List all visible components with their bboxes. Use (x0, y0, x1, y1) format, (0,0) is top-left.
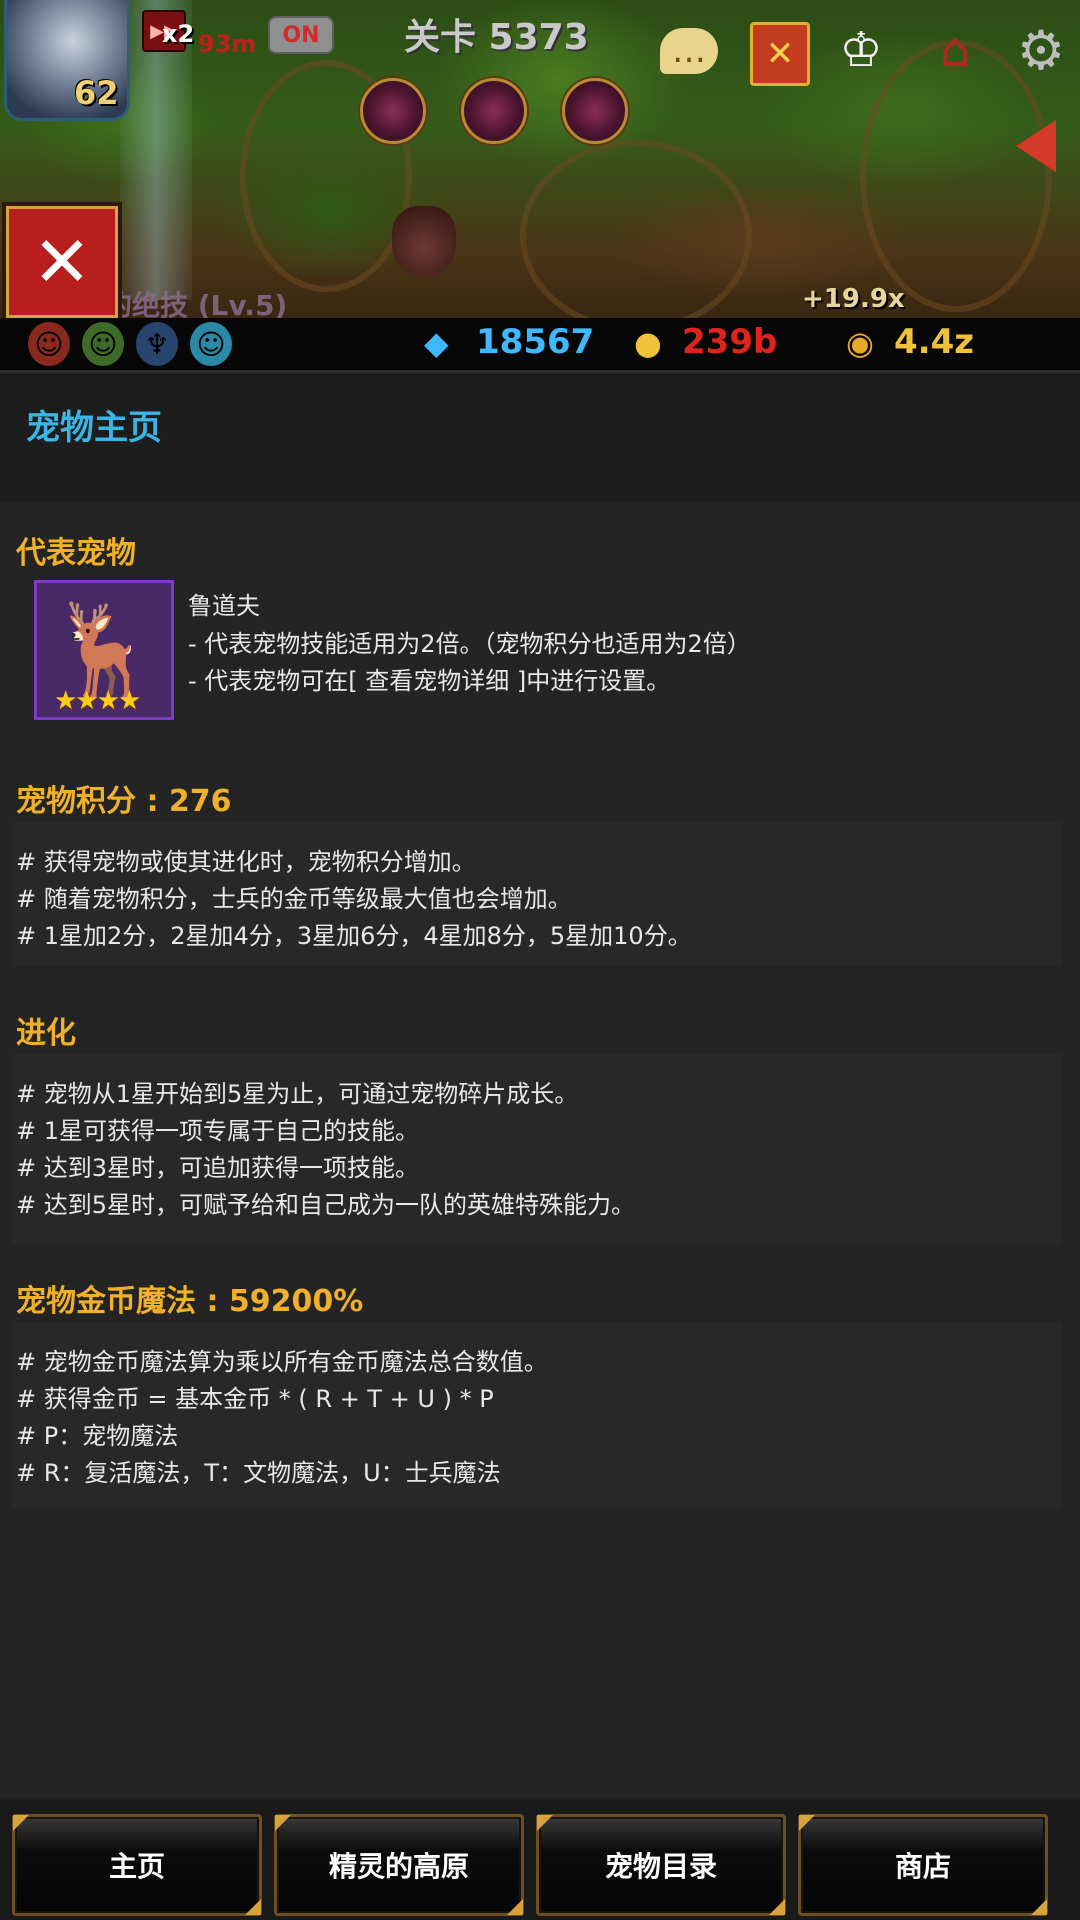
evolution-line: # 达到5星时，可赋予给和自己成为一队的英雄特殊能力。 (16, 1191, 636, 1219)
portal-orb (562, 78, 628, 144)
game-scene: 62 ▶▶ x2 93m ON 关卡 5373 … ✕ ♔ ⌂ ⚙ 的绝技 (L… (0, 0, 1080, 318)
gear-icon[interactable]: ⚙ (1010, 19, 1072, 82)
section-title-representative: 代表宠物 (16, 536, 136, 571)
party-hero-3-avatar[interactable]: ♆ (136, 322, 178, 366)
speed-time-remaining: 93m (198, 30, 257, 58)
house-icon[interactable]: ⌂ (924, 22, 986, 78)
vine-decoration (520, 140, 752, 318)
panel-title: 宠物主页 (26, 408, 162, 448)
section-title-gold-magic: 宠物金币魔法 : 59200% (16, 1284, 364, 1319)
pet-star-rating: ★★★★ (54, 686, 141, 716)
loot-sack (392, 206, 456, 276)
damage-multiplier: +19.9x (802, 284, 905, 314)
nav-pet-catalog-button[interactable]: 宠物目录 (536, 1814, 786, 1916)
party-hero-4-avatar[interactable]: ☺ (190, 322, 232, 366)
pet-name: 鲁道夫 (188, 592, 260, 620)
close-button[interactable]: ✕ (2, 202, 122, 318)
pet-score-line: # 获得宠物或使其进化时，宠物积分增加。 (16, 848, 476, 876)
speed-multiplier: x2 (162, 20, 195, 48)
section-title-evolution: 进化 (16, 1016, 76, 1051)
chat-icon[interactable]: … (660, 28, 718, 74)
portal-orb (461, 78, 527, 144)
pet-score-line: # 随着宠物积分，士兵的金币等级最大值也会增加。 (16, 885, 572, 913)
pet-score-line: # 1星加2分，2星加4分，3星加6分，4星加8分，5星加10分。 (16, 922, 692, 950)
skill-text: 的绝技 (Lv.5) (104, 289, 288, 318)
gold-magic-line: # 宠物金币魔法算为乘以所有金币魔法总合数值。 (16, 1348, 548, 1376)
medal-count: 239b (682, 322, 778, 362)
gem-icon: ◆ (424, 324, 449, 362)
guild-flag-icon[interactable]: ✕ (750, 22, 810, 86)
representative-desc-line: - 代表宠物可在[ 查看宠物详细 ]中进行设置。 (188, 667, 671, 695)
resource-bar: ☺ ☺ ♆ ☺ ◆ 18567 ● 239b ◉ 4.4z (0, 318, 1080, 373)
medal-icon: ● (634, 324, 662, 362)
angel-icon[interactable]: ♔ (830, 22, 892, 78)
party-hero-1-avatar[interactable]: ☺ (28, 322, 70, 366)
portal-orb (360, 78, 426, 144)
panel-header (0, 374, 1080, 502)
auto-toggle[interactable]: ON (268, 16, 334, 54)
gold-coin-icon: ◉ (846, 324, 874, 362)
expand-arrow-icon[interactable] (1016, 120, 1056, 172)
gold-magic-line: # R：复活魔法，T：文物魔法，U：士兵魔法 (16, 1459, 501, 1487)
evolution-line: # 达到3星时，可追加获得一项技能。 (16, 1154, 420, 1182)
hero-level: 62 (74, 74, 119, 112)
party-hero-2-avatar[interactable]: ☺ (82, 322, 124, 366)
nav-home-button[interactable]: 主页 (12, 1814, 262, 1916)
section-title-pet-score: 宠物积分 : 276 (16, 784, 232, 819)
evolution-line: # 1星可获得一项专属于自己的技能。 (16, 1117, 420, 1145)
representative-desc-line: - 代表宠物技能适用为2倍。（宠物积分也适用为2倍） (188, 630, 751, 658)
evolution-line: # 宠物从1星开始到5星为止，可通过宠物碎片成长。 (16, 1080, 579, 1108)
nav-elf-plateau-button[interactable]: 精灵的高原 (274, 1814, 524, 1916)
stage-label: 关卡 5373 (404, 17, 589, 58)
nav-shop-button[interactable]: 商店 (798, 1814, 1048, 1916)
gem-count: 18567 (476, 322, 595, 362)
gold-magic-line: # P：宠物魔法 (16, 1422, 179, 1450)
gold-magic-line: # 获得金币 = 基本金币 * ( R + T + U ) * P (16, 1385, 494, 1413)
gold-count: 4.4z (894, 322, 975, 362)
